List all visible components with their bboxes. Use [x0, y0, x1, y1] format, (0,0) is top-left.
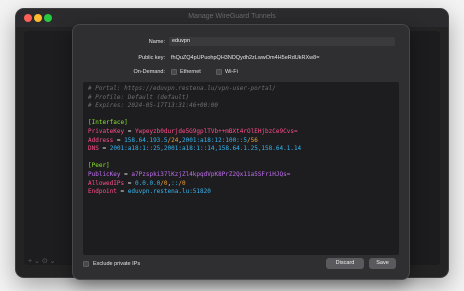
address-ipv6-mask: /56	[247, 136, 258, 144]
endpoint-value: eduvpn.restena.lu:51820	[127, 188, 211, 196]
equals-sign: =	[120, 188, 125, 196]
peer-public-key-name: PublicKey	[88, 171, 121, 178]
edit-tunnel-sheet: Name: eduvpn Public key: fhQuZQ4pUPuohpQ…	[73, 25, 409, 279]
address-name: Address	[88, 136, 114, 144]
comment-line: # Profile: Default (default)	[88, 93, 190, 101]
address-line: Address = 158.64.193.5/24,2001:a18:12:10…	[88, 137, 258, 146]
discard-button[interactable]: Discard	[326, 258, 364, 269]
wifi-checkbox[interactable]	[216, 69, 222, 75]
peer-public-key-value: a7Pzspki37lKzjZl4kpqdVpK8PrZ2Qx11a5SFriH…	[131, 171, 291, 178]
exclude-private-ips-label: Exclude private IPs	[93, 261, 141, 267]
address-ipv4-mask: /24	[167, 136, 179, 144]
comment-line: # Portal: https://eduvpn.restena.lu/vpn-…	[88, 85, 276, 92]
name-label: Name:	[148, 39, 165, 45]
exclude-private-ips-checkbox[interactable]	[83, 261, 89, 267]
wifi-label: Wi-Fi	[225, 69, 238, 75]
private-key-name: PrivateKey	[88, 128, 125, 135]
peer-public-key-line: PublicKey = a7Pzspki37lKzjZl4kpqdVpK8PrZ…	[88, 171, 290, 180]
on-demand-label: On-Demand:	[133, 69, 166, 75]
endpoint-line: Endpoint = eduvpn.restena.lu:51820	[88, 188, 211, 197]
endpoint-name: Endpoint	[88, 188, 117, 196]
allowed-ips-ipv6-mask: /0	[178, 179, 186, 187]
public-key-value: fhQuZQ4pUPuohpQH3NDQydh2zLwwOm4H5eRdUkRX…	[171, 55, 320, 61]
tunnel-list	[24, 31, 74, 265]
tunnel-list-controls[interactable]: + ⌄ ⊙ ⌄	[28, 257, 56, 265]
dns-name: DNS	[88, 145, 99, 153]
private-key-value: Ywpeyzb0durjde5G9gplTVb++mBXt4rOlEHjbzCe…	[135, 128, 298, 135]
equals-sign: =	[124, 171, 128, 178]
interface-section-header: [Interface]	[88, 119, 128, 127]
dns-line: DNS = 2001:a18:1::25,2001:a18:1::14,158.…	[88, 145, 301, 154]
equals-sign: =	[116, 136, 121, 144]
config-editor[interactable]: # Portal: https://eduvpn.restena.lu/vpn-…	[83, 82, 399, 255]
address-ipv6: 2001:a18:12:100::5	[182, 136, 248, 144]
allowed-ips-name: AllowedIPs	[88, 179, 125, 187]
equals-sign: =	[102, 145, 107, 153]
ethernet-checkbox[interactable]	[171, 69, 177, 75]
equals-sign: =	[127, 128, 132, 135]
window-title: Manage WireGuard Tunnels	[188, 13, 276, 20]
comment-line: # Expires: 2024-05-17T13:31:46+00:00	[88, 102, 219, 110]
allowed-ips-ipv4: 0.0.0.0	[135, 179, 161, 187]
name-field[interactable]: eduvpn	[169, 37, 395, 46]
equals-sign: =	[127, 179, 132, 187]
public-key-label: Public key:	[138, 55, 165, 61]
allowed-ips-line: AllowedIPs = 0.0.0.0/0,::/0	[88, 180, 186, 189]
address-ipv4: 158.64.193.5	[124, 136, 168, 144]
save-button[interactable]: Save	[369, 258, 396, 269]
dns-value: 2001:a18:1::25,2001:a18:1::14,158.64.1.2…	[109, 145, 302, 153]
ethernet-label: Ethernet	[180, 69, 201, 75]
allowed-ips-ipv4-mask: /0	[160, 179, 168, 187]
private-key-line: PrivateKey = Ywpeyzb0durjde5G9gplTVb++mB…	[88, 128, 298, 137]
peer-section-header: [Peer]	[88, 162, 110, 170]
